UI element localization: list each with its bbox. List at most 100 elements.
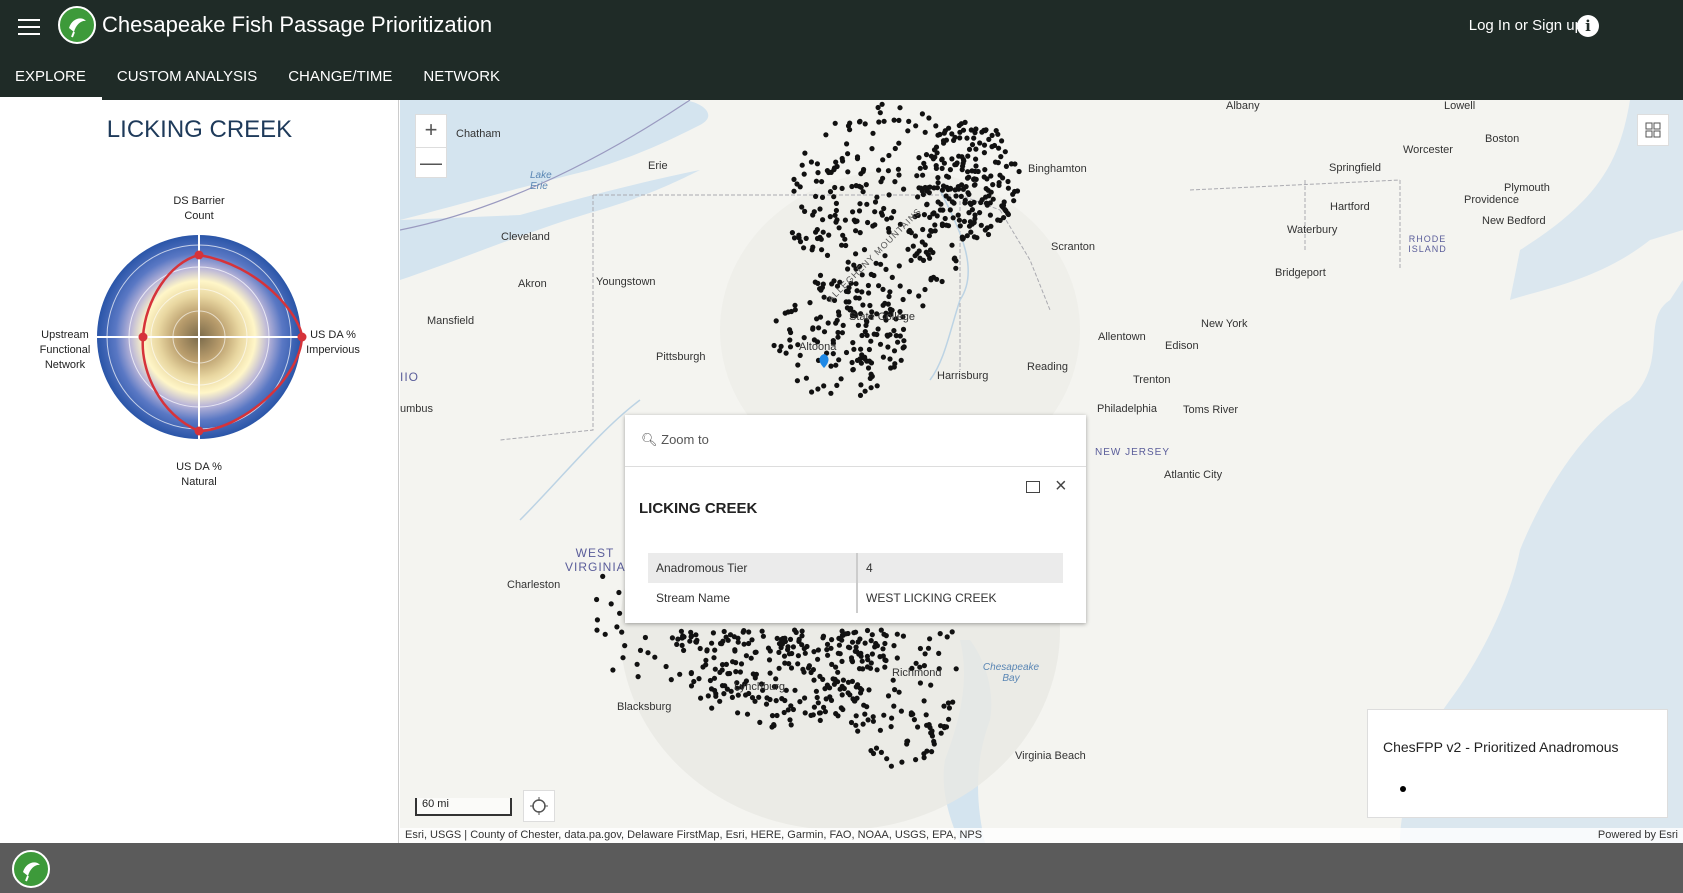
zoom-out-button[interactable]: — <box>416 147 446 179</box>
barrier-point[interactable] <box>860 189 866 195</box>
barrier-point[interactable] <box>832 120 838 126</box>
barrier-point[interactable] <box>709 640 715 646</box>
barrier-point[interactable] <box>922 184 928 191</box>
barrier-point[interactable] <box>802 695 808 701</box>
barrier-point[interactable] <box>875 104 881 111</box>
barrier-point[interactable] <box>824 641 831 648</box>
barrier-point[interactable] <box>703 657 709 663</box>
barrier-point[interactable] <box>995 217 1001 223</box>
barrier-point[interactable] <box>859 332 865 339</box>
barrier-point[interactable] <box>883 657 889 664</box>
barrier-point[interactable] <box>868 371 874 377</box>
barrier-point[interactable] <box>781 653 788 659</box>
barrier-point[interactable] <box>840 322 846 328</box>
barrier-point[interactable] <box>858 653 864 659</box>
map-view[interactable]: + — Chatham Erie Lake Erie Cleveland Akr… <box>400 100 1683 843</box>
barrier-point[interactable] <box>839 658 845 665</box>
barrier-point[interactable] <box>914 173 920 179</box>
barrier-point[interactable] <box>797 239 804 245</box>
barrier-point[interactable] <box>731 634 737 640</box>
barrier-point[interactable] <box>795 362 801 368</box>
barrier-point[interactable] <box>873 745 880 751</box>
barrier-point[interactable] <box>871 331 877 337</box>
barrier-point[interactable] <box>795 661 801 667</box>
barrier-point[interactable] <box>905 246 911 252</box>
barrier-point[interactable] <box>867 302 873 309</box>
barrier-point[interactable] <box>945 700 952 706</box>
barrier-point[interactable] <box>679 642 685 649</box>
barrier-point[interactable] <box>868 271 874 277</box>
barrier-point[interactable] <box>792 627 798 633</box>
footer-logo[interactable] <box>12 850 50 888</box>
barrier-point[interactable] <box>866 346 872 353</box>
barrier-point[interactable] <box>594 627 600 633</box>
barrier-point[interactable] <box>712 687 718 694</box>
barrier-point[interactable] <box>853 183 859 189</box>
barrier-point[interactable] <box>999 138 1005 144</box>
barrier-point[interactable] <box>815 280 821 286</box>
barrier-point[interactable] <box>679 635 685 641</box>
barrier-point[interactable] <box>853 228 859 234</box>
barrier-point[interactable] <box>735 710 741 716</box>
barrier-point[interactable] <box>788 665 795 671</box>
barrier-point[interactable] <box>917 645 924 652</box>
barrier-point[interactable] <box>771 342 777 349</box>
barrier-point[interactable] <box>982 167 988 173</box>
barrier-point[interactable] <box>853 713 859 719</box>
barrier-point[interactable] <box>831 278 837 284</box>
barrier-point[interactable] <box>825 652 831 658</box>
barrier-point[interactable] <box>973 176 979 182</box>
barrier-point[interactable] <box>791 176 797 182</box>
barrier-point[interactable] <box>904 738 910 745</box>
barrier-point[interactable] <box>594 596 600 603</box>
barrier-point[interactable] <box>810 326 816 332</box>
barrier-point[interactable] <box>822 709 828 715</box>
barrier-point[interactable] <box>857 201 863 207</box>
barrier-point[interactable] <box>892 361 898 367</box>
barrier-point[interactable] <box>858 346 864 352</box>
barrier-point[interactable] <box>949 156 955 162</box>
basemap-gallery-button[interactable] <box>1637 114 1669 146</box>
barrier-point[interactable] <box>773 698 779 704</box>
barrier-point[interactable] <box>817 272 824 278</box>
barrier-point[interactable] <box>864 627 871 634</box>
barrier-point[interactable] <box>933 123 939 129</box>
barrier-point[interactable] <box>1005 178 1011 185</box>
barrier-point[interactable] <box>824 252 831 258</box>
barrier-point[interactable] <box>803 375 809 381</box>
barrier-point[interactable] <box>753 649 759 655</box>
barrier-point[interactable] <box>634 661 640 667</box>
barrier-point[interactable] <box>947 167 954 173</box>
barrier-point[interactable] <box>885 168 891 174</box>
barrier-point[interactable] <box>868 638 874 644</box>
barrier-point[interactable] <box>729 694 735 701</box>
barrier-point[interactable] <box>839 155 845 162</box>
barrier-point[interactable] <box>917 680 924 686</box>
barrier-point[interactable] <box>881 712 887 718</box>
barrier-point[interactable] <box>895 166 901 172</box>
barrier-point[interactable] <box>820 217 826 223</box>
barrier-point[interactable] <box>880 302 886 308</box>
tab-change-time[interactable]: CHANGE/TIME <box>273 56 408 100</box>
barrier-point[interactable] <box>832 184 838 191</box>
barrier-point[interactable] <box>815 700 821 706</box>
barrier-point[interactable] <box>797 352 803 358</box>
barrier-point[interactable] <box>941 160 948 166</box>
barrier-point[interactable] <box>877 727 883 733</box>
barrier-point[interactable] <box>897 105 903 111</box>
barrier-point[interactable] <box>886 192 892 198</box>
barrier-point[interactable] <box>973 146 979 152</box>
tab-custom-analysis[interactable]: CUSTOM ANALYSIS <box>102 56 273 100</box>
barrier-point[interactable] <box>814 235 821 242</box>
barrier-point[interactable] <box>888 724 894 730</box>
barrier-point[interactable] <box>872 644 878 650</box>
barrier-point[interactable] <box>965 153 971 159</box>
barrier-point[interactable] <box>843 299 849 305</box>
barrier-point[interactable] <box>791 235 798 241</box>
barrier-point[interactable] <box>862 640 868 646</box>
barrier-point[interactable] <box>833 711 839 717</box>
barrier-point[interactable] <box>865 717 871 723</box>
barrier-point[interactable] <box>834 163 840 170</box>
barrier-point[interactable] <box>958 121 965 127</box>
barrier-point[interactable] <box>847 692 853 698</box>
